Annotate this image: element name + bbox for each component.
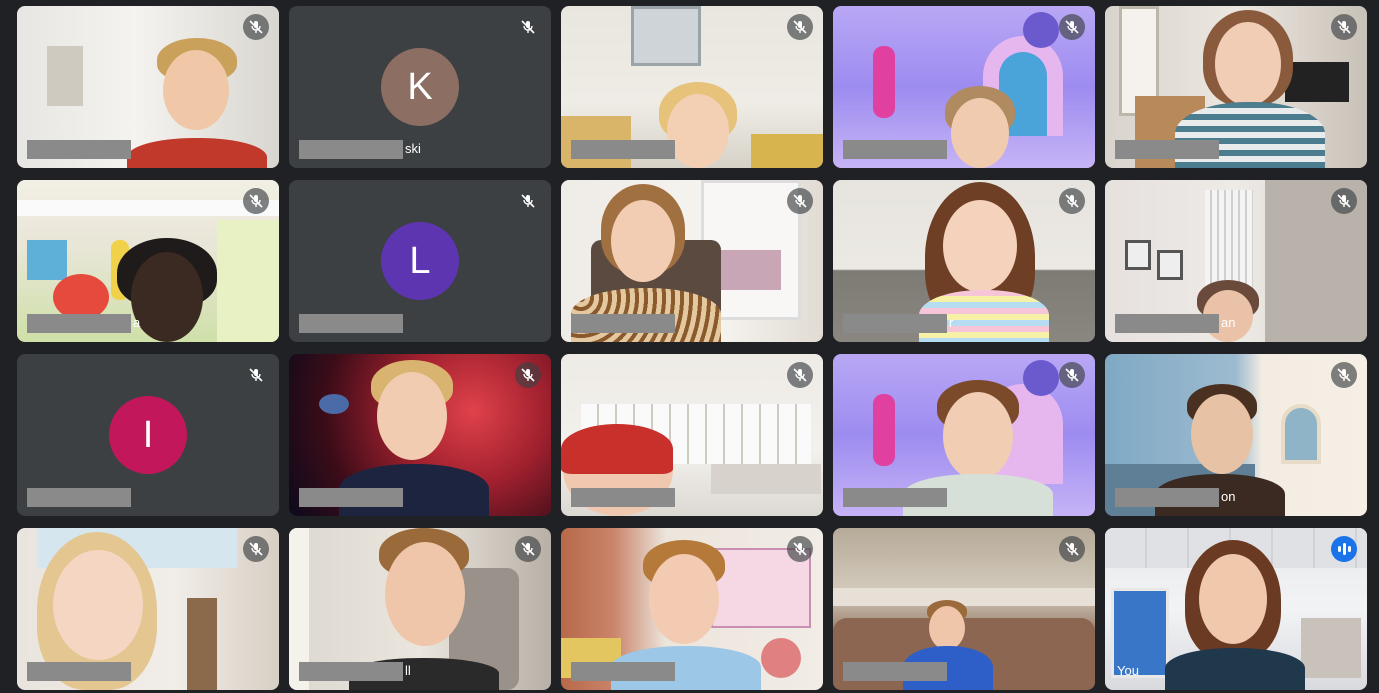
mic-off-icon	[1059, 362, 1085, 388]
name-redaction	[843, 313, 947, 333]
name-redaction	[27, 661, 131, 681]
participant-tile[interactable]: I	[17, 354, 279, 516]
participant-name	[27, 660, 133, 682]
participant-name	[571, 312, 677, 334]
participant-name	[299, 312, 405, 334]
participant-name: on	[1115, 486, 1235, 508]
name-redaction	[1115, 139, 1219, 159]
participant-name	[27, 486, 133, 508]
name-redaction	[299, 139, 403, 159]
participant-name: an	[1115, 312, 1235, 334]
self-view-tile[interactable]: You	[1105, 528, 1367, 690]
participant-tile[interactable]	[289, 354, 551, 516]
participant-tile[interactable]: ll	[289, 528, 551, 690]
participant-tile[interactable]	[561, 354, 823, 516]
speaking-indicator-icon	[1331, 536, 1357, 562]
name-redaction	[27, 487, 131, 507]
participant-tile[interactable]	[17, 528, 279, 690]
avatar: L	[381, 222, 459, 300]
name-suffix: a	[133, 315, 141, 330]
mic-off-icon	[1059, 14, 1085, 40]
name-redaction	[571, 139, 675, 159]
participant-tile[interactable]	[833, 528, 1095, 690]
video-feed	[1105, 528, 1367, 690]
name-suffix: ll	[405, 663, 411, 678]
mic-off-icon	[1331, 362, 1357, 388]
participant-tile[interactable]: K ski	[289, 6, 551, 168]
participant-name: You	[1115, 660, 1139, 682]
name-redaction	[843, 487, 947, 507]
name-redaction	[299, 661, 403, 681]
mic-off-icon	[515, 362, 541, 388]
name-redaction	[571, 661, 675, 681]
participant-tile[interactable]: an	[1105, 180, 1367, 342]
avatar: I	[109, 396, 187, 474]
name-redaction	[843, 661, 947, 681]
mic-off-icon	[1059, 536, 1085, 562]
participant-grid: K ski a L r an I on ll You	[17, 6, 1367, 690]
participant-name	[571, 138, 677, 160]
name-redaction	[843, 139, 947, 159]
participant-tile[interactable]: a	[17, 180, 279, 342]
participant-tile[interactable]: r	[833, 180, 1095, 342]
mic-off-icon	[787, 188, 813, 214]
mic-off-icon	[1059, 188, 1085, 214]
participant-name	[843, 138, 949, 160]
participant-tile[interactable]	[833, 6, 1095, 168]
name-suffix: an	[1221, 315, 1236, 330]
mic-off-icon	[787, 14, 813, 40]
mic-off-icon	[515, 14, 541, 40]
name-suffix: ski	[405, 141, 421, 156]
name-redaction	[1115, 313, 1219, 333]
mic-off-icon	[1331, 14, 1357, 40]
participant-name	[571, 486, 677, 508]
name-redaction	[299, 487, 403, 507]
mic-off-icon	[787, 536, 813, 562]
mic-off-icon	[515, 536, 541, 562]
participant-name: r	[843, 312, 953, 334]
name-redaction	[571, 313, 675, 333]
name-redaction	[27, 313, 131, 333]
participant-name: a	[27, 312, 140, 334]
participant-name: ll	[299, 660, 411, 682]
name-suffix: r	[949, 315, 954, 330]
participant-name	[843, 660, 949, 682]
participant-tile[interactable]	[561, 6, 823, 168]
name-redaction	[27, 139, 131, 159]
participant-name: ski	[299, 138, 421, 160]
name-label: You	[1117, 663, 1139, 678]
mic-off-icon	[243, 536, 269, 562]
participant-tile[interactable]	[1105, 6, 1367, 168]
participant-name	[1115, 138, 1221, 160]
mic-off-icon	[243, 362, 269, 388]
mic-off-icon	[243, 188, 269, 214]
participant-name	[299, 486, 405, 508]
participant-tile[interactable]	[833, 354, 1095, 516]
participant-tile[interactable]	[561, 180, 823, 342]
participant-tile[interactable]	[17, 6, 279, 168]
participant-tile[interactable]	[561, 528, 823, 690]
mic-off-icon	[243, 14, 269, 40]
participant-name	[27, 138, 133, 160]
participant-name	[843, 486, 949, 508]
name-redaction	[299, 313, 403, 333]
mic-off-icon	[515, 188, 541, 214]
name-redaction	[571, 487, 675, 507]
name-redaction	[1115, 487, 1219, 507]
mic-off-icon	[1331, 188, 1357, 214]
name-suffix: on	[1221, 489, 1236, 504]
participant-tile[interactable]: on	[1105, 354, 1367, 516]
avatar: K	[381, 48, 459, 126]
mic-off-icon	[787, 362, 813, 388]
participant-tile[interactable]: L	[289, 180, 551, 342]
participant-name	[571, 660, 677, 682]
